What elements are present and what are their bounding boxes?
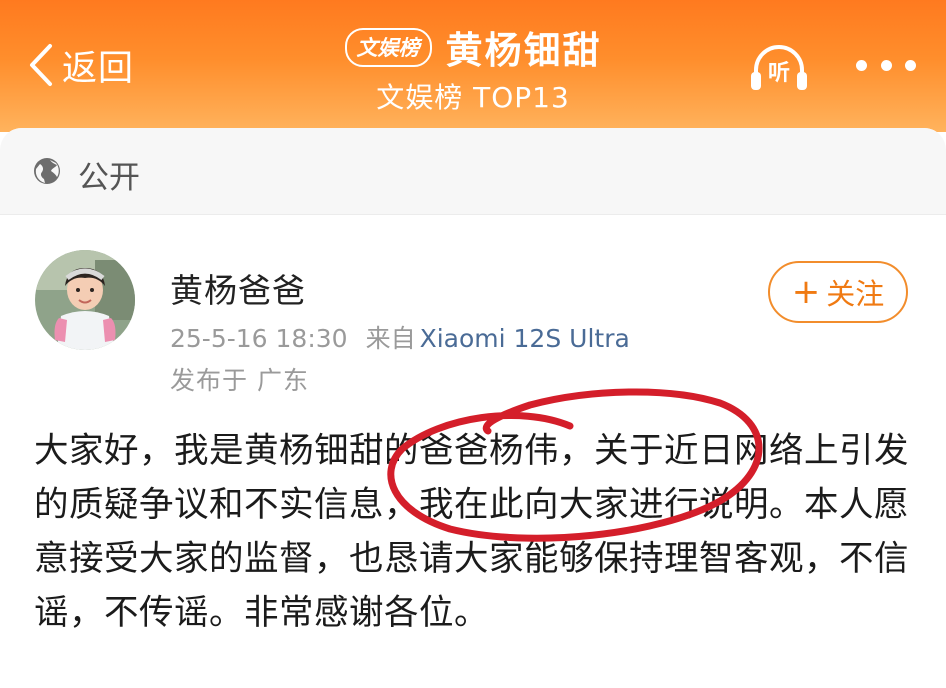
topic-title: 黄杨钿甜 xyxy=(445,29,602,72)
source-label: 来自 xyxy=(365,324,416,353)
listen-label: 听 xyxy=(767,61,790,86)
more-options-button[interactable] xyxy=(856,54,916,76)
post-timestamp: 25-5-16 18:30 xyxy=(170,324,348,353)
post-card: 公开 黄杨爸爸 25-5-16 18:30 来自 Xiaomi 12S Ultra … xyxy=(0,128,946,688)
dot-icon xyxy=(856,59,867,71)
post-meta: 25-5-16 18:30 来自 Xiaomi 12S Ultra xyxy=(170,319,630,355)
dot-icon xyxy=(880,59,892,71)
author-name[interactable]: 黄杨爸爸 xyxy=(170,264,306,312)
avatar-image xyxy=(35,250,135,350)
post-body: 大家好，我是黄杨钿甜的爸爸杨伟，关于近日网络上引发的质疑争议和不实信息，我在此向… xyxy=(34,431,909,633)
rank-badge: 文娱榜 xyxy=(344,27,432,67)
avatar[interactable] xyxy=(35,250,135,350)
visibility-row: 公开 xyxy=(0,128,946,215)
device-source-link[interactable]: Xiaomi 12S Ultra xyxy=(420,324,630,353)
dot-icon xyxy=(905,59,916,71)
visibility-label: 公开 xyxy=(78,160,140,196)
follow-button[interactable]: + 关注 xyxy=(768,261,908,323)
top-bar: 返回 文娱榜 黄杨钿甜 文娱榜 TOP13 听 xyxy=(0,0,946,132)
post-location: 发布于 广东 xyxy=(170,366,309,395)
listen-button[interactable]: 听 xyxy=(748,42,810,94)
plus-icon: + xyxy=(791,272,821,312)
follow-label: 关注 xyxy=(826,277,885,311)
globe-icon xyxy=(34,158,60,184)
